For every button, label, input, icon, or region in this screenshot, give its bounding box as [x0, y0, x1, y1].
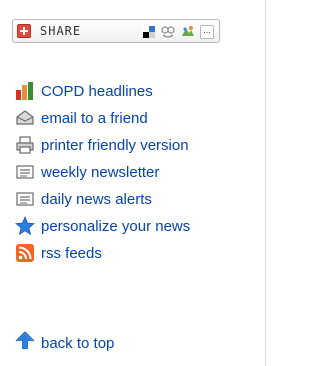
list-item-weekly-newsletter: weekly newsletter: [15, 161, 260, 185]
newsletter-icon: [15, 162, 35, 182]
share-button[interactable]: SHARE ...: [12, 19, 220, 43]
weekly-newsletter-link[interactable]: weekly newsletter: [41, 163, 159, 183]
digg-icon: [160, 25, 176, 39]
copd-headlines-link[interactable]: COPD headlines: [41, 82, 153, 102]
share-services: ...: [143, 24, 217, 40]
sidebar-tools-panel: SHARE ... COPD headlines email to a frie…: [0, 0, 266, 366]
delicious-icon: [143, 26, 155, 38]
tools-link-list: COPD headlines email to a friend printer…: [15, 80, 260, 269]
list-item-rss-feeds: rss feeds: [15, 242, 260, 266]
more-services-icon: ...: [200, 25, 214, 39]
printer-icon: [15, 135, 35, 155]
share-label: SHARE: [40, 24, 82, 38]
envelope-icon: [15, 108, 35, 128]
email-friend-link[interactable]: email to a friend: [41, 109, 148, 129]
list-item-email-friend: email to a friend: [15, 107, 260, 131]
bar-chart-icon: [15, 81, 35, 101]
star-icon: [15, 216, 35, 236]
list-item-printer-friendly: printer friendly version: [15, 134, 260, 158]
back-to-top-link[interactable]: back to top: [41, 334, 114, 354]
myspace-icon: [180, 25, 196, 39]
list-item-daily-alerts: daily news alerts: [15, 188, 260, 212]
list-item-personalize-news: personalize your news: [15, 215, 260, 239]
daily-alerts-link[interactable]: daily news alerts: [41, 190, 152, 210]
alerts-icon: [15, 189, 35, 209]
personalize-news-link[interactable]: personalize your news: [41, 217, 190, 237]
rss-feeds-link[interactable]: rss feeds: [41, 244, 102, 264]
list-item-copd-headlines: COPD headlines: [15, 80, 260, 104]
addthis-plus-icon: [17, 24, 31, 38]
up-arrow-icon: [15, 331, 35, 351]
rss-icon: [15, 243, 35, 263]
printer-friendly-link[interactable]: printer friendly version: [41, 136, 189, 156]
back-to-top: back to top: [15, 331, 215, 355]
